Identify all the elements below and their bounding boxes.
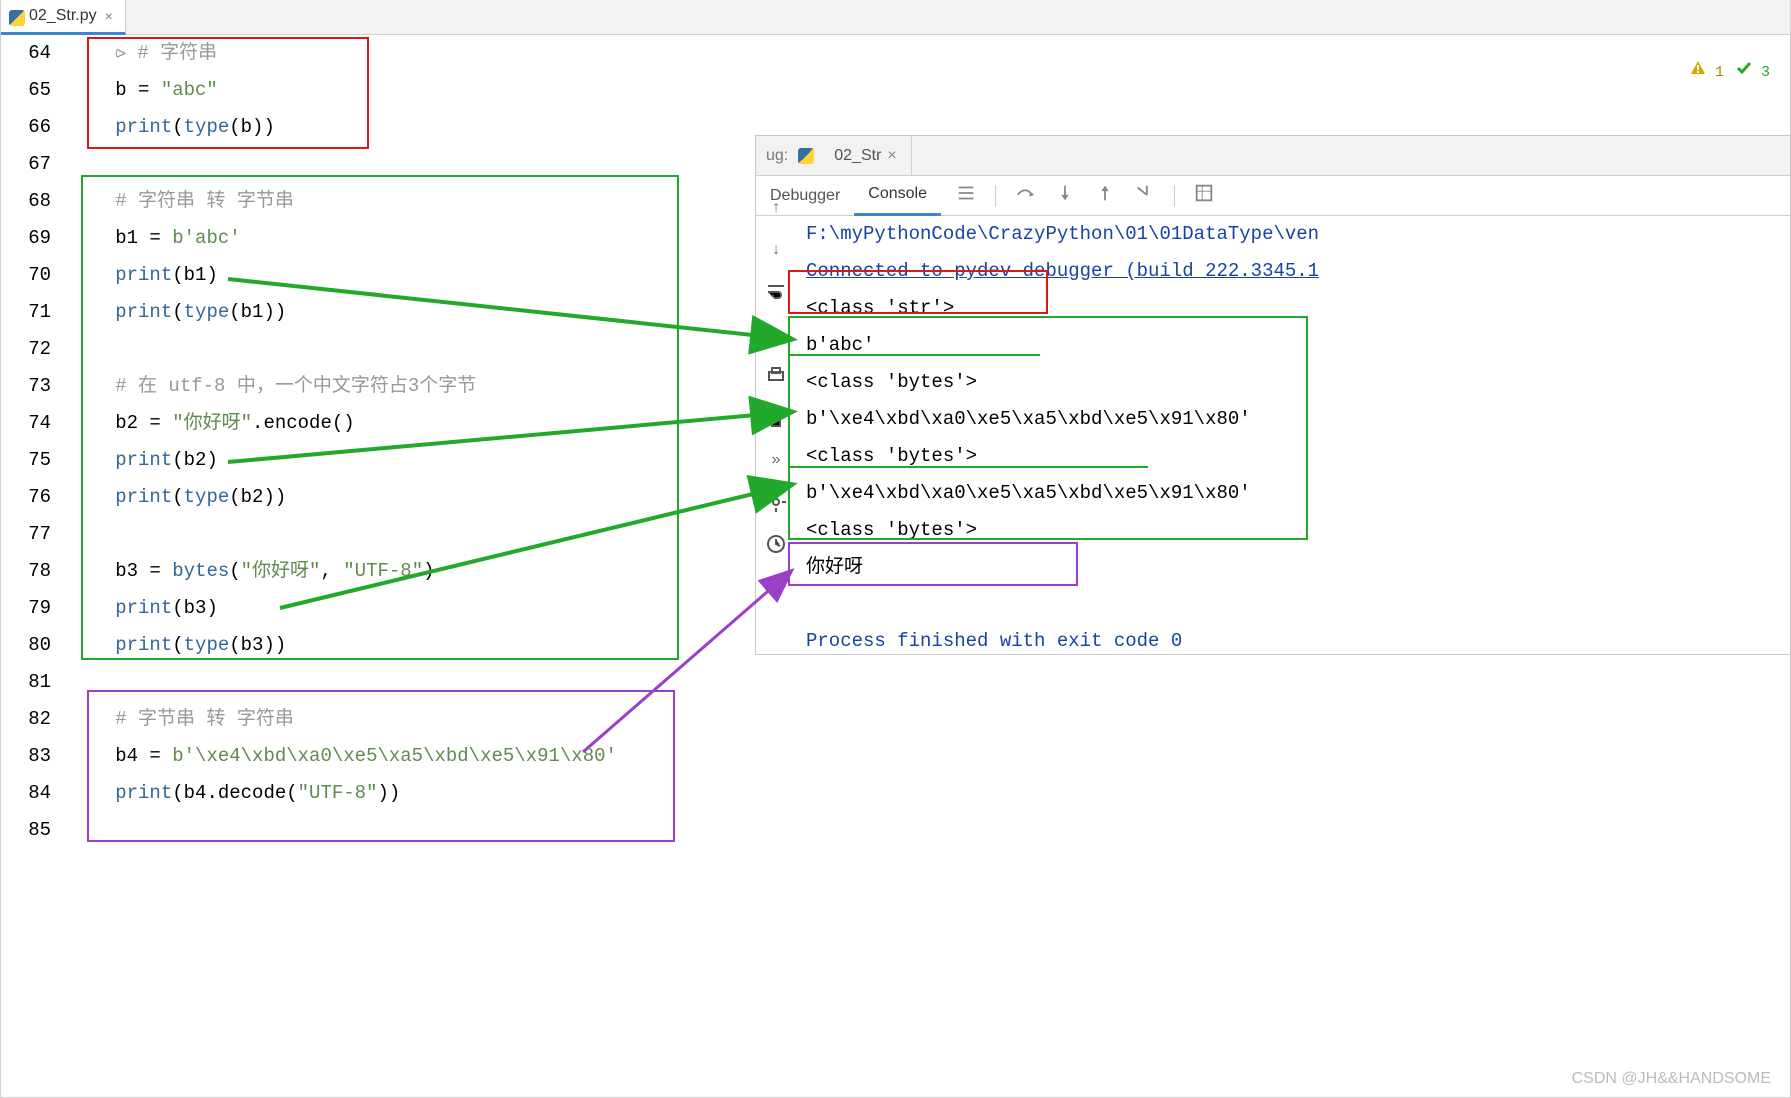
line-number: 78 — [1, 553, 51, 590]
console-line: F:\myPythonCode\CrazyPython\01\01DataTyp… — [806, 216, 1790, 253]
tab-console[interactable]: Console — [854, 176, 941, 216]
line-number: 69 — [1, 220, 51, 257]
line-number: 68 — [1, 183, 51, 220]
line-gutter: 6465666768697071727374757677787980818283… — [1, 35, 81, 849]
line-number: 76 — [1, 479, 51, 516]
debugger-tool-window: ug: 02_Str × Debugger Console ↑ ↓ » — [755, 135, 1791, 655]
line-number: 80 — [1, 627, 51, 664]
annotation-box-red — [87, 37, 369, 149]
line-number: 72 — [1, 331, 51, 368]
console-box-red — [788, 270, 1048, 314]
step-into-icon[interactable] — [1054, 182, 1076, 209]
line-number: 66 — [1, 109, 51, 146]
console-toolbar-icons — [941, 182, 1229, 209]
line-number: 82 — [1, 701, 51, 738]
fast-forward-icon[interactable]: » — [764, 448, 788, 472]
line-number: 84 — [1, 775, 51, 812]
up-stack-icon[interactable]: ↑ — [764, 196, 788, 220]
console-output[interactable]: F:\myPythonCode\CrazyPython\01\01DataTyp… — [806, 216, 1790, 660]
evaluate-icon[interactable] — [1193, 182, 1215, 209]
console-line: Process finished with exit code 0 — [806, 623, 1790, 660]
python-icon — [798, 148, 814, 164]
step-over-icon[interactable] — [1014, 182, 1036, 209]
line-number: 67 — [1, 146, 51, 183]
console-box-green — [788, 316, 1308, 540]
close-icon[interactable]: × — [887, 147, 896, 165]
line-number: 85 — [1, 812, 51, 849]
toggle-breakpoints-icon[interactable] — [955, 182, 977, 209]
line-number: 64 — [1, 35, 51, 72]
line-number: 70 — [1, 257, 51, 294]
python-icon — [9, 10, 25, 26]
line-number: 79 — [1, 590, 51, 627]
file-tab-label: 02_Str.py — [29, 7, 97, 25]
watermark: CSDN @JH&&HANDSOME — [1572, 1070, 1771, 1088]
step-out-icon[interactable] — [1094, 182, 1116, 209]
line-number: 65 — [1, 72, 51, 109]
line-number: 83 — [1, 738, 51, 775]
editor-tab-bar: 02_Str.py × — [1, 0, 1790, 35]
file-tab[interactable]: 02_Str.py × — [1, 0, 126, 35]
line-number: 81 — [1, 664, 51, 701]
line-number: 74 — [1, 405, 51, 442]
run-to-cursor-icon[interactable] — [1134, 182, 1156, 209]
wrap-icon[interactable] — [764, 280, 788, 304]
annotation-box-purple — [87, 690, 675, 842]
line-number: 71 — [1, 294, 51, 331]
line-number: 75 — [1, 442, 51, 479]
close-icon[interactable]: × — [105, 8, 113, 24]
toolwindow-prefix: ug: — [756, 147, 798, 165]
console-box-purple — [788, 542, 1078, 586]
history-icon[interactable] — [764, 532, 788, 556]
annotation-box-green — [81, 175, 679, 660]
scroll-end-icon[interactable] — [764, 322, 788, 346]
down-stack-icon[interactable]: ↓ — [764, 238, 788, 262]
debugger-subtabs: Debugger Console — [756, 176, 1790, 216]
line-number: 73 — [1, 368, 51, 405]
print-icon[interactable] — [764, 364, 788, 388]
console-tab-bar: ug: 02_Str × — [756, 136, 1790, 176]
settings-icon[interactable] — [764, 490, 788, 514]
line-number: 77 — [1, 516, 51, 553]
run-config-tab[interactable]: 02_Str × — [820, 136, 911, 176]
clear-icon[interactable] — [764, 406, 788, 430]
console-line — [806, 586, 1790, 623]
